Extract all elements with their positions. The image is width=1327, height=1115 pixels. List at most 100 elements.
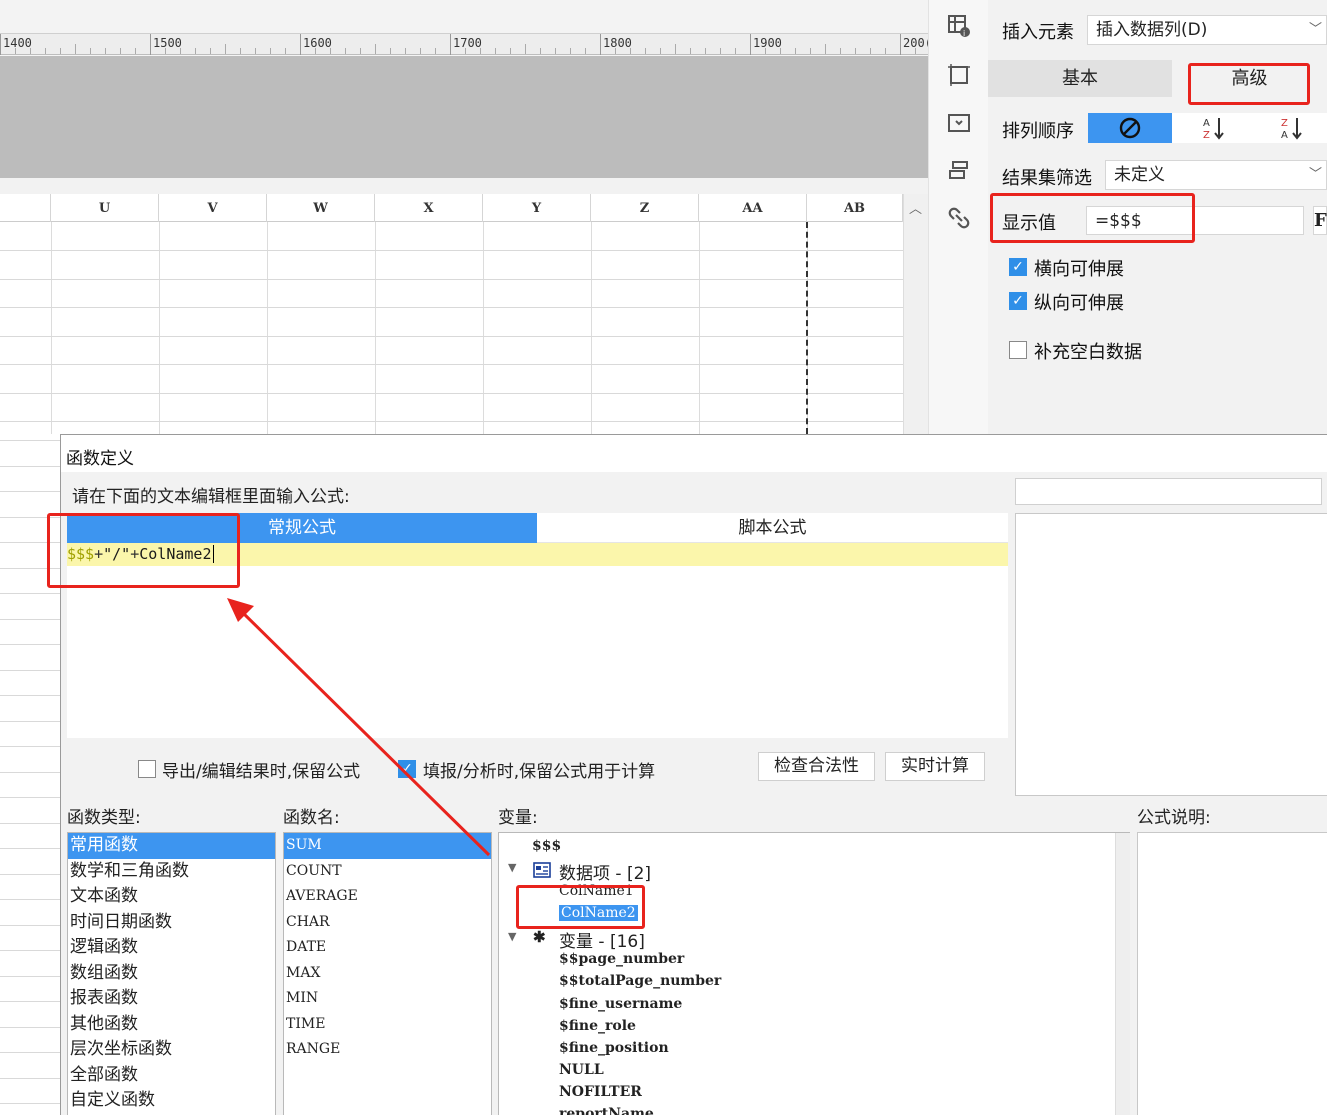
row-header-corner bbox=[0, 194, 51, 222]
function-type-item[interactable]: 全部函数 bbox=[68, 1063, 275, 1089]
tree-root-var[interactable]: $$$ bbox=[532, 838, 561, 854]
page-break-line bbox=[806, 222, 808, 434]
ruler-minor-tick bbox=[375, 44, 376, 54]
display-value-label: 显示值 bbox=[1002, 213, 1056, 234]
variable-tree[interactable]: $$$ ▼ 数据项 - [2] ColName1 ColName2 ▼ ✱ 变量… bbox=[498, 832, 1130, 1115]
function-type-label: 函数类型: bbox=[67, 808, 141, 828]
vertical-expand-label: 纵向可伸展 bbox=[1034, 293, 1124, 314]
column-header[interactable]: Y bbox=[483, 194, 591, 222]
function-name-item[interactable]: TIME bbox=[284, 1012, 491, 1038]
display-value-input[interactable]: =$$$ bbox=[1086, 206, 1304, 235]
formula-token-var: $$$ bbox=[67, 545, 95, 563]
function-type-item[interactable]: 其他函数 bbox=[68, 1012, 275, 1038]
function-type-item[interactable]: 报表函数 bbox=[68, 986, 275, 1012]
function-name-label: 函数名: bbox=[283, 808, 340, 828]
ruler-minor-tick bbox=[465, 48, 466, 54]
result-filter-dropdown[interactable]: 未定义 ﹀ bbox=[1105, 160, 1327, 190]
column-header[interactable]: U bbox=[51, 194, 159, 222]
function-type-item[interactable]: 层次坐标函数 bbox=[68, 1037, 275, 1063]
formula-text-line[interactable]: $$$+"/"+ColName2 bbox=[67, 543, 1008, 566]
ruler-minor-tick bbox=[525, 44, 526, 54]
function-name-item[interactable]: SUM bbox=[284, 833, 491, 859]
widget-icon[interactable] bbox=[946, 110, 972, 136]
grid-column-line bbox=[699, 222, 700, 434]
sheet-vertical-scrollbar[interactable]: ︿ bbox=[903, 194, 928, 434]
tree-data-item[interactable]: ColName1 bbox=[559, 883, 634, 899]
spreadsheet-grid[interactable] bbox=[0, 194, 928, 434]
sort-ascending-button[interactable]: AZ bbox=[1172, 113, 1256, 143]
grid-row-line bbox=[0, 925, 60, 926]
function-type-item[interactable]: 数组函数 bbox=[68, 961, 275, 987]
column-header[interactable]: Z bbox=[591, 194, 699, 222]
function-name-item[interactable]: RANGE bbox=[284, 1037, 491, 1063]
function-name-item[interactable]: MIN bbox=[284, 986, 491, 1012]
tab-advanced[interactable]: 高级 bbox=[1172, 60, 1327, 97]
svg-text:A: A bbox=[1203, 118, 1210, 129]
function-type-item[interactable]: 自定义函数 bbox=[68, 1088, 275, 1114]
tree-var-item[interactable]: $$page_number bbox=[559, 951, 684, 967]
realtime-calc-button[interactable]: 实时计算 bbox=[885, 752, 985, 781]
column-header[interactable]: AA bbox=[699, 194, 807, 222]
function-type-item[interactable]: 常用函数 bbox=[68, 833, 275, 859]
grid-column-line bbox=[375, 222, 376, 434]
no-sort-icon bbox=[1119, 117, 1141, 139]
expand-arrow-icon[interactable]: ▼ bbox=[508, 861, 516, 874]
layout-icon[interactable] bbox=[946, 158, 972, 184]
function-name-list[interactable]: SUM COUNT AVERAGE CHAR DATE MAX MIN TIME RANGE bbox=[283, 832, 492, 1115]
ruler-minor-tick bbox=[420, 48, 421, 54]
function-type-item[interactable]: 数学和三角函数 bbox=[68, 859, 275, 885]
tree-var-item[interactable]: reportName bbox=[559, 1106, 654, 1115]
function-name-item[interactable]: AVERAGE bbox=[284, 884, 491, 910]
tree-var-group[interactable]: 变量 - [16] bbox=[559, 927, 645, 952]
sort-ascending-icon: AZ bbox=[1203, 118, 1224, 141]
tree-var-item[interactable]: $fine_position bbox=[559, 1040, 669, 1056]
tree-var-item[interactable]: NULL bbox=[559, 1062, 604, 1078]
tree-var-item[interactable]: $fine_role bbox=[559, 1018, 636, 1034]
tab-script-formula[interactable]: 脚本公式 bbox=[537, 513, 1008, 543]
function-name-item[interactable]: CHAR bbox=[284, 910, 491, 936]
tree-var-item[interactable]: $fine_username bbox=[559, 996, 682, 1012]
ruler-minor-tick bbox=[285, 48, 286, 54]
scroll-up-icon[interactable]: ︿ bbox=[909, 198, 922, 217]
horizontal-expand-checkbox[interactable]: ✓ bbox=[1009, 258, 1027, 276]
sort-descending-button[interactable]: ZA bbox=[1256, 113, 1327, 143]
function-type-item[interactable]: 文本函数 bbox=[68, 884, 275, 910]
tree-data-group[interactable]: 数据项 - [2] bbox=[559, 859, 651, 884]
keep-formula-fill-checkbox[interactable]: ✓ bbox=[398, 760, 416, 778]
frame-icon[interactable] bbox=[946, 62, 972, 88]
tree-var-item[interactable]: NOFILTER bbox=[559, 1084, 642, 1100]
formula-button[interactable]: F bbox=[1313, 206, 1327, 235]
tree-var-item[interactable]: $$totalPage_number bbox=[559, 973, 721, 989]
ruler-minor-tick bbox=[195, 48, 196, 54]
function-name-item[interactable]: COUNT bbox=[284, 859, 491, 885]
variables-label: 变量: bbox=[498, 808, 538, 828]
cell-element-icon[interactable]: i bbox=[946, 13, 972, 39]
check-validity-button[interactable]: 检查合法性 bbox=[758, 752, 875, 781]
formula-editor[interactable]: 常规公式 脚本公式 $$$+"/"+ColName2 bbox=[67, 513, 1008, 738]
tab-regular-formula[interactable]: 常规公式 bbox=[67, 513, 537, 543]
tree-data-item-selected[interactable]: ColName2 bbox=[559, 905, 638, 921]
insert-element-dropdown[interactable]: 插入数据列(D) ﹀ bbox=[1087, 15, 1327, 45]
formula-token-plus: + bbox=[130, 545, 140, 563]
ruler-label: 1900 bbox=[753, 36, 782, 50]
function-name-item[interactable]: DATE bbox=[284, 935, 491, 961]
function-type-item[interactable]: 时间日期函数 bbox=[68, 910, 275, 936]
column-header[interactable]: W bbox=[267, 194, 375, 222]
column-header[interactable]: X bbox=[375, 194, 483, 222]
fill-blank-checkbox[interactable] bbox=[1009, 341, 1027, 359]
column-header[interactable]: V bbox=[159, 194, 267, 222]
expand-arrow-icon[interactable]: ▼ bbox=[508, 930, 516, 943]
tab-basic[interactable]: 基本 bbox=[988, 60, 1172, 97]
function-search-input[interactable] bbox=[1015, 478, 1322, 505]
column-header[interactable]: AB bbox=[807, 194, 903, 222]
function-name-item[interactable]: MAX bbox=[284, 961, 491, 987]
keep-formula-export-checkbox[interactable] bbox=[138, 760, 156, 778]
function-type-list[interactable]: 常用函数 数学和三角函数 文本函数 时间日期函数 逻辑函数 数组函数 报表函数 其他函数 层次坐… bbox=[67, 832, 276, 1115]
variable-tree-scrollbar[interactable] bbox=[1115, 833, 1130, 1115]
link-icon[interactable] bbox=[946, 205, 972, 231]
sort-none-button[interactable] bbox=[1088, 113, 1172, 143]
grid-row-line bbox=[0, 950, 60, 951]
function-type-item[interactable]: 逻辑函数 bbox=[68, 935, 275, 961]
ruler-minor-tick bbox=[840, 48, 841, 54]
vertical-expand-checkbox[interactable]: ✓ bbox=[1009, 292, 1027, 310]
